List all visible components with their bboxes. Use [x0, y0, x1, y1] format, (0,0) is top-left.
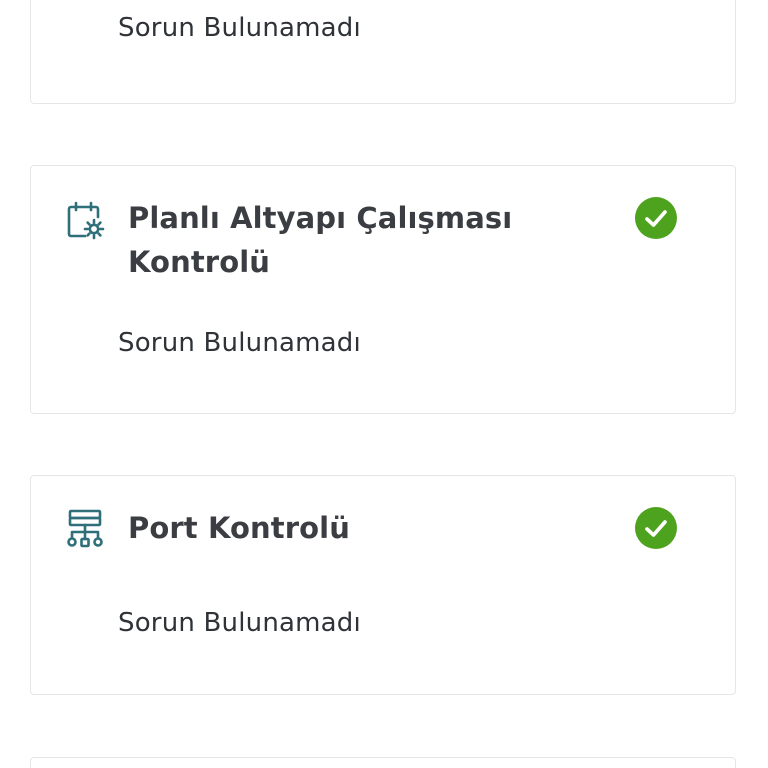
check-card-planned-maintenance: Planlı Altyapı Çalışması Kontrolü Sorun …	[30, 165, 736, 414]
check-result-text: Sorun Bulunamadı	[118, 13, 361, 43]
check-card-port: Port Kontrolü Sorun Bulunamadı	[30, 475, 736, 695]
check-title: Port Kontrolü	[128, 511, 350, 545]
calendar-gear-icon	[65, 200, 105, 240]
check-result-text: Sorun Bulunamadı	[118, 328, 361, 358]
check-result-text: Sorun Bulunamadı	[118, 608, 361, 638]
check-card	[30, 757, 736, 768]
success-check-icon	[635, 507, 677, 549]
network-topology-icon	[65, 509, 105, 549]
check-card: Sorun Bulunamadı	[30, 0, 736, 104]
check-results-list: Sorun Bulunamadı Planlı Altyapı Çalışmas…	[0, 0, 768, 768]
success-check-icon	[635, 197, 677, 239]
check-title: Planlı Altyapı Çalışması Kontrolü	[128, 201, 513, 279]
